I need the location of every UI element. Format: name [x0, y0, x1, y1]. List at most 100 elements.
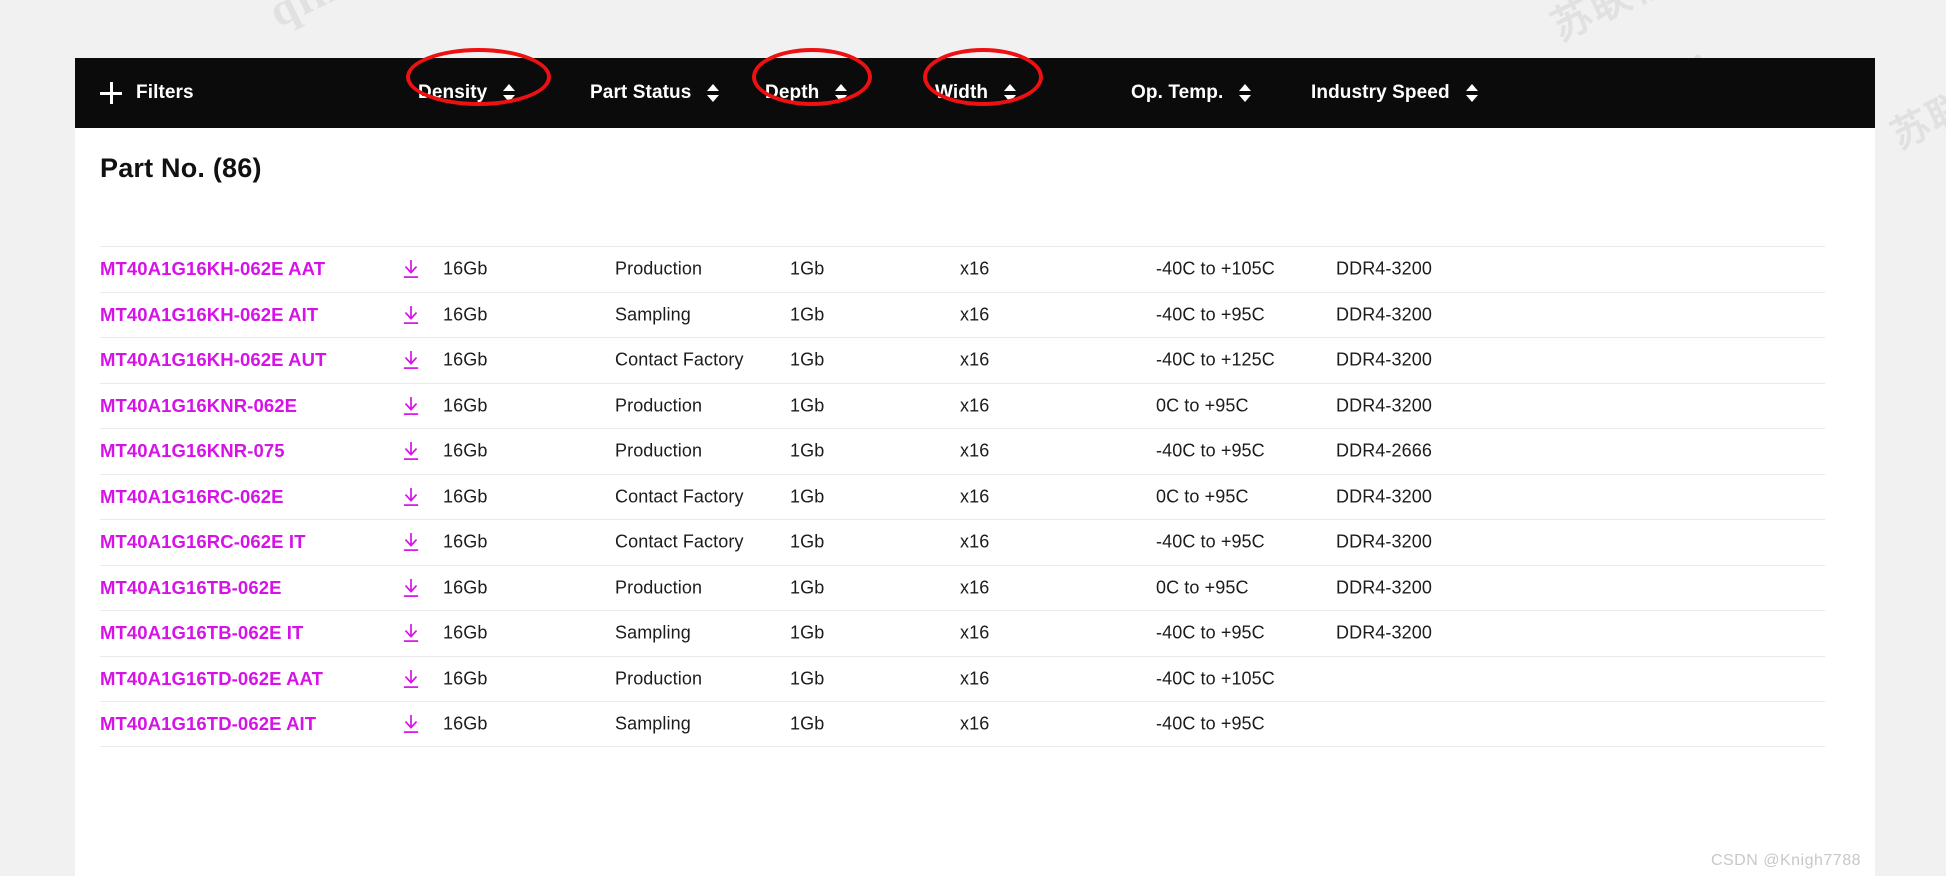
- download-icon[interactable]: [402, 259, 420, 279]
- watermark-tile: 苏联视: [1544, 0, 1678, 51]
- cell-density: 16Gb: [443, 258, 488, 279]
- cell-width: x16: [960, 668, 990, 689]
- cell-density: 16Gb: [443, 440, 488, 461]
- cell-width: x16: [960, 395, 990, 416]
- column-header-industry-speed[interactable]: Industry Speed: [1311, 82, 1478, 104]
- cell-op-temp: -40C to +105C: [1156, 258, 1275, 279]
- cell-industry-speed: DDR4-3200: [1336, 486, 1432, 507]
- part-number-link[interactable]: MT40A1G16TB-062E: [100, 577, 282, 599]
- cell-depth: 1Gb: [790, 304, 825, 325]
- table-row[interactable]: MT40A1G16TB-062E IT 16Gb Sampling 1Gb x16 -40…: [100, 610, 1825, 656]
- part-number-link[interactable]: MT40A1G16KH-062E AUT: [100, 349, 326, 371]
- column-header-label: Op. Temp.: [1131, 82, 1224, 103]
- cell-depth: 1Gb: [790, 258, 825, 279]
- column-header-label: Depth: [765, 82, 820, 103]
- cell-density: 16Gb: [443, 577, 488, 598]
- download-icon[interactable]: [402, 714, 420, 734]
- cell-width: x16: [960, 577, 990, 598]
- table-row[interactable]: MT40A1G16KH-062E AUT 16Gb Contact Factory 1…: [100, 337, 1825, 383]
- part-number-link[interactable]: MT40A1G16RC-062E: [100, 486, 284, 508]
- table-row[interactable]: MT40A1G16TD-062E AIT 16Gb Sampling 1Gb x16 -4…: [100, 701, 1825, 747]
- cell-part-status: Contact Factory: [615, 349, 744, 370]
- part-number-link[interactable]: MT40A1G16TD-062E AIT: [100, 713, 316, 735]
- parts-table-body: MT40A1G16KH-062E AAT 16Gb Production 1Gb x16…: [100, 246, 1825, 747]
- csdn-watermark: CSDN @Knigh7788: [1710, 852, 1861, 869]
- table-row[interactable]: MT40A1G16TD-062E AAT 16Gb Production 1Gb x16…: [100, 655, 1825, 702]
- table-row[interactable]: MT40A1G16RC-062E IT 16Gb Contact Factory 1G…: [100, 519, 1825, 565]
- cell-part-status: Production: [615, 395, 703, 416]
- cell-part-status: Sampling: [615, 304, 691, 325]
- table-row[interactable]: MT40A1G16KH-062E AIT 16Gb Sampling 1Gb x16 -4…: [100, 291, 1825, 338]
- column-header-depth[interactable]: Depth: [765, 82, 848, 104]
- cell-industry-speed: DDR4-3200: [1336, 622, 1432, 643]
- download-icon[interactable]: [402, 578, 420, 598]
- column-header-width[interactable]: Width: [935, 82, 1017, 104]
- table-row[interactable]: MT40A1G16TB-062E 16Gb Production 1Gb x16 0C t…: [100, 564, 1825, 611]
- part-number-link[interactable]: MT40A1G16KNR-062E: [100, 395, 297, 417]
- part-number-link[interactable]: MT40A1G16TD-062E AAT: [100, 668, 323, 690]
- cell-op-temp: -40C to +95C: [1156, 622, 1265, 643]
- cell-density: 16Gb: [443, 668, 488, 689]
- download-icon[interactable]: [402, 669, 420, 689]
- part-number-link[interactable]: MT40A1G16TB-062E IT: [100, 622, 303, 644]
- cell-op-temp: -40C to +95C: [1156, 304, 1265, 325]
- sort-updown-icon[interactable]: [1004, 83, 1017, 103]
- cell-density: 16Gb: [443, 486, 488, 507]
- cell-density: 16Gb: [443, 622, 488, 643]
- download-icon[interactable]: [402, 305, 420, 325]
- sort-updown-icon[interactable]: [707, 83, 720, 103]
- part-number-link[interactable]: MT40A1G16KH-062E AAT: [100, 258, 325, 280]
- parts-table-panel: Filters Density Part Status Depth Width …: [75, 58, 1875, 876]
- sort-updown-icon[interactable]: [503, 83, 516, 103]
- cell-part-status: Production: [615, 577, 703, 598]
- column-header-label: Industry Speed: [1311, 82, 1450, 103]
- part-number-link[interactable]: MT40A1G16KH-062E AIT: [100, 304, 318, 326]
- watermark-tile: qiming.dai: [260, 0, 491, 38]
- cell-part-status: Contact Factory: [615, 531, 744, 552]
- table-row[interactable]: MT40A1G16RC-062E 16Gb Contact Factory 1Gb x1…: [100, 473, 1825, 520]
- cell-depth: 1Gb: [790, 622, 825, 643]
- table-row[interactable]: MT40A1G16KH-062E AAT 16Gb Production 1Gb x16…: [100, 246, 1825, 292]
- download-icon[interactable]: [402, 487, 420, 507]
- download-icon[interactable]: [402, 350, 420, 370]
- cell-density: 16Gb: [443, 304, 488, 325]
- filters-button[interactable]: Filters: [100, 82, 194, 104]
- cell-depth: 1Gb: [790, 395, 825, 416]
- download-icon[interactable]: [402, 623, 420, 643]
- cell-op-temp: 0C to +95C: [1156, 395, 1249, 416]
- cell-width: x16: [960, 349, 990, 370]
- column-header-density[interactable]: Density: [418, 82, 516, 104]
- download-icon[interactable]: [402, 396, 420, 416]
- sort-updown-icon[interactable]: [835, 83, 848, 103]
- table-header-bar: Filters Density Part Status Depth Width …: [75, 58, 1875, 128]
- cell-industry-speed: DDR4-3200: [1336, 577, 1432, 598]
- part-number-link[interactable]: MT40A1G16RC-062E IT: [100, 531, 305, 553]
- download-icon[interactable]: [402, 532, 420, 552]
- cell-industry-speed: DDR4-3200: [1336, 531, 1432, 552]
- cell-industry-speed: DDR4-3200: [1336, 395, 1432, 416]
- column-header-op-temp[interactable]: Op. Temp.: [1131, 82, 1252, 104]
- cell-width: x16: [960, 486, 990, 507]
- cell-width: x16: [960, 531, 990, 552]
- sort-updown-icon[interactable]: [1239, 83, 1252, 103]
- cell-part-status: Sampling: [615, 713, 691, 734]
- cell-depth: 1Gb: [790, 531, 825, 552]
- cell-industry-speed: DDR4-3200: [1336, 304, 1432, 325]
- cell-op-temp: 0C to +95C: [1156, 577, 1249, 598]
- table-row[interactable]: MT40A1G16KNR-075 16Gb Production 1Gb x16 -40C…: [100, 428, 1825, 474]
- cell-depth: 1Gb: [790, 486, 825, 507]
- cell-density: 16Gb: [443, 531, 488, 552]
- cell-depth: 1Gb: [790, 440, 825, 461]
- part-number-link[interactable]: MT40A1G16KNR-075: [100, 440, 285, 462]
- cell-depth: 1Gb: [790, 577, 825, 598]
- column-header-part-status[interactable]: Part Status: [590, 82, 720, 104]
- cell-op-temp: -40C to +95C: [1156, 531, 1265, 552]
- column-header-label: Part Status: [590, 82, 692, 103]
- cell-width: x16: [960, 440, 990, 461]
- cell-industry-speed: DDR4-3200: [1336, 349, 1432, 370]
- cell-depth: 1Gb: [790, 349, 825, 370]
- screenshot-root: qiming.dai 苏联视 qiming.dai 苏联视 qiming.dai…: [0, 0, 1946, 876]
- sort-updown-icon[interactable]: [1465, 83, 1478, 103]
- download-icon[interactable]: [402, 441, 420, 461]
- table-row[interactable]: MT40A1G16KNR-062E 16Gb Production 1Gb x16 0C …: [100, 382, 1825, 429]
